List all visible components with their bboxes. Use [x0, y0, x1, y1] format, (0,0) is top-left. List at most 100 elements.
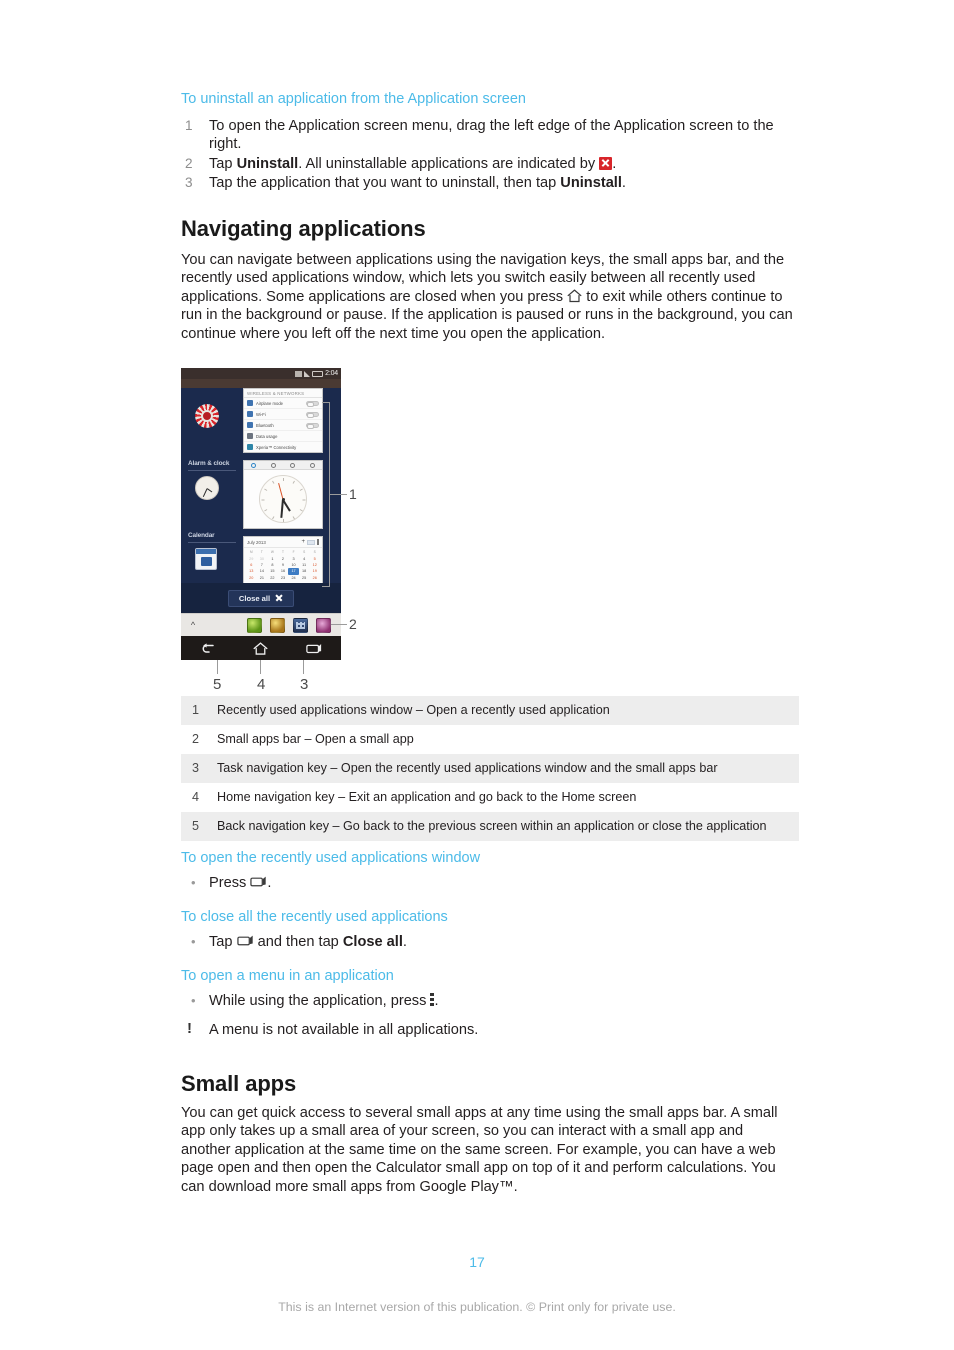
step-number: 3 — [185, 175, 193, 191]
section-close-all: To close all the recently used applicati… — [181, 908, 801, 951]
stopwatch-tab[interactable] — [283, 461, 303, 469]
step-bold-term: Uninstall — [236, 155, 299, 172]
settings-row: Airplane mode — [244, 398, 322, 409]
small-apps-title: Small apps — [181, 1071, 297, 1096]
task-navigation-key[interactable] — [301, 640, 327, 656]
recent-app-label: Calendar — [188, 532, 215, 539]
settings-card-title: WIRELESS & NETWORKS — [244, 389, 322, 398]
calendar-month-label: July 2013 — [247, 539, 266, 545]
toggle-switch[interactable] — [306, 400, 319, 407]
settings-row-label: Airplane mode — [256, 400, 284, 406]
add-event-icon[interactable]: + — [301, 539, 305, 545]
step-text: To open the Application screen menu, dra… — [209, 118, 774, 153]
task-key-icon — [236, 935, 253, 946]
table-row: 3 Task navigation key – Open the recentl… — [181, 754, 799, 783]
calendar-day[interactable]: 22 — [267, 575, 278, 581]
settings-gear-icon — [195, 404, 219, 428]
clock-preview-card[interactable] — [243, 460, 323, 529]
view-switch-icon[interactable] — [307, 539, 315, 545]
section-open-menu: To open a menu in an application • While … — [181, 967, 801, 1040]
uninstall-steps: 1 To open the Application screen menu, d… — [181, 117, 801, 193]
callout-number-2: 2 — [349, 616, 357, 632]
calendar-preview-card[interactable]: July 2013 + M T W T F S S 29 30 1 2 3 4 … — [243, 536, 323, 584]
settings-row: Wi-Fi — [244, 409, 322, 420]
instruction-suffix: . — [434, 993, 439, 1009]
calendar-day[interactable]: 21 — [257, 575, 268, 581]
table-row: 4 Home navigation key – Exit an applicat… — [181, 783, 799, 812]
small-apps-bar[interactable]: ^ — [181, 613, 341, 636]
status-notification-icon — [295, 370, 303, 377]
legend-number: 2 — [192, 732, 200, 746]
chevron-up-icon[interactable]: ^ — [181, 620, 205, 630]
settings-preview-card[interactable]: WIRELESS & NETWORKS Airplane mode Wi-Fi … — [243, 388, 323, 453]
home-navigation-key[interactable] — [248, 640, 274, 656]
back-navigation-key[interactable] — [195, 640, 221, 656]
close-all-label: Close all — [238, 593, 271, 603]
small-app-pink-icon[interactable] — [316, 617, 331, 633]
small-app-green-icon[interactable] — [247, 617, 262, 633]
navigation-bar — [181, 636, 341, 660]
step-text-mid: . All uninstallable applications are ind… — [298, 155, 600, 172]
calendar-day[interactable]: 25 — [299, 575, 310, 581]
bluetooth-icon — [247, 422, 253, 428]
legend-number: 4 — [192, 790, 200, 804]
note-exclamation-icon: ! — [187, 1020, 192, 1038]
table-row: 1 Recently used applications window – Op… — [181, 696, 799, 725]
page-number: 17 — [469, 1254, 485, 1270]
back-arrow-icon — [202, 642, 214, 653]
bullet-marker: • — [191, 934, 196, 949]
callout-leader-4 — [260, 660, 262, 674]
instruction-mid: and then tap — [253, 934, 343, 950]
small-app-gold-icon[interactable] — [270, 617, 285, 633]
callout-leader-3 — [303, 660, 305, 674]
settings-row: Data usage — [244, 431, 322, 442]
calendar-day[interactable]: 24 — [288, 575, 299, 581]
calendar-icon — [195, 548, 219, 572]
calendar-grid: M T W T F S S 29 30 1 2 3 4 5 6 7 8 9 10… — [244, 548, 322, 583]
instruction-prefix: While using the application, press — [209, 993, 431, 1009]
wifi-icon — [247, 411, 253, 417]
recent-apps-preview-column: WIRELESS & NETWORKS Airplane mode Wi-Fi … — [243, 388, 323, 584]
data-usage-icon — [247, 433, 253, 439]
overflow-menu-icon[interactable] — [317, 539, 319, 545]
section-open-recent-window: To open the recently used applications w… — [181, 849, 801, 892]
world-clock-tab[interactable] — [264, 461, 284, 469]
settings-row-label: Wi-Fi — [256, 411, 266, 417]
bullet-marker: • — [191, 875, 196, 890]
calendar-day[interactable]: 26 — [309, 575, 320, 581]
toggle-switch[interactable] — [306, 411, 319, 418]
toggle-switch[interactable] — [306, 422, 319, 429]
instruction-suffix: . — [267, 875, 272, 891]
table-row: 5 Back navigation key – Go back to the p… — [181, 812, 799, 841]
open-menu-instruction: • While using the application, press . — [181, 992, 801, 1010]
calendar-day[interactable]: 20 — [246, 575, 257, 581]
settings-row-label: Data usage — [256, 433, 278, 439]
legend-description: Recently used applications window – Open… — [217, 696, 799, 725]
callout-leader-5 — [217, 660, 219, 674]
close-all-heading: To close all the recently used applicati… — [181, 909, 448, 925]
recent-app-entry[interactable] — [181, 388, 243, 460]
step-text-prefix: Tap — [209, 155, 237, 172]
document-page: To uninstall an application from the App… — [0, 0, 954, 1350]
alarm-tab[interactable] — [244, 461, 264, 469]
uninstall-step-2: 2 Tap Uninstall. All uninstallable appli… — [181, 155, 801, 173]
small-apps-paragraph: You can get quick access to several smal… — [181, 1105, 778, 1195]
signal-strength-icon — [304, 370, 311, 377]
small-app-calculator-icon[interactable] — [293, 617, 308, 633]
legend-number: 3 — [181, 754, 217, 783]
legend-number: 5 — [181, 812, 217, 841]
step-number: 2 — [185, 155, 193, 171]
small-apps-icon-list — [247, 617, 341, 633]
calendar-day[interactable]: 23 — [278, 575, 289, 581]
callout-leader-1 — [330, 494, 347, 496]
close-all-button[interactable]: Close all — [227, 589, 295, 607]
settings-row-label: Bluetooth — [256, 422, 274, 428]
phone-figure: 2:04 Alarm & clock Calendar WIRELESS & N… — [181, 368, 371, 693]
calendar-header: July 2013 + — [244, 537, 322, 548]
recent-app-entry[interactable]: Alarm & clock — [181, 460, 243, 532]
uninstall-x-icon — [599, 156, 613, 170]
timer-tab[interactable] — [303, 461, 323, 469]
legend-description: Task navigation key – Open the recently … — [217, 754, 799, 783]
close-icon — [275, 594, 283, 602]
task-key-icon — [250, 876, 267, 887]
